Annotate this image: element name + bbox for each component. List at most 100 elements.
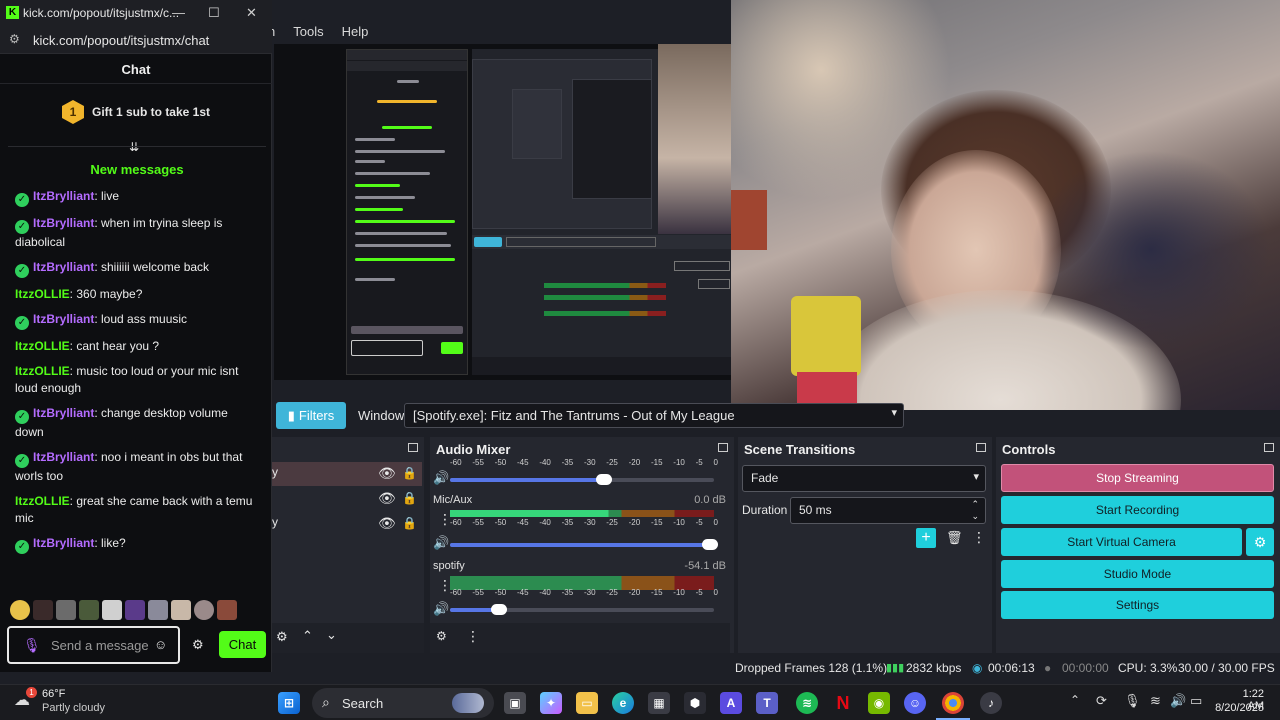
edge-icon[interactable]: e bbox=[612, 692, 634, 714]
obs-preview[interactable] bbox=[274, 44, 734, 380]
speaker-icon[interactable]: 🔊 bbox=[1170, 693, 1186, 709]
battery-icon[interactable]: ▭ bbox=[1190, 693, 1202, 709]
sync-icon[interactable]: ⟳ bbox=[1096, 693, 1107, 709]
volume-icon[interactable]: 🔊 bbox=[433, 601, 449, 617]
studio-mode-button[interactable]: Studio Mode bbox=[1001, 560, 1274, 588]
popout-icon[interactable] bbox=[976, 443, 986, 452]
window-source-select[interactable]: [Spotify.exe]: Fitz and The Tantrums - O… bbox=[404, 403, 904, 428]
popout-icon[interactable] bbox=[718, 443, 728, 452]
chat-username[interactable]: ItzBrylliant bbox=[33, 260, 94, 274]
microphone-icon[interactable]: 🎙 bbox=[23, 637, 41, 654]
popout-icon[interactable] bbox=[408, 443, 418, 452]
emote-icon[interactable] bbox=[125, 600, 145, 620]
advanced-audio-icon[interactable]: ⚙ bbox=[436, 629, 447, 643]
volume-knob[interactable] bbox=[702, 539, 718, 550]
discord-icon[interactable]: ☺ bbox=[904, 692, 926, 714]
eye-icon[interactable]: 👁 bbox=[378, 465, 396, 482]
obs-icon[interactable]: ⬢ bbox=[684, 692, 706, 714]
eye-icon[interactable]: 👁 bbox=[378, 515, 396, 532]
emoji-icon[interactable]: ☺ bbox=[154, 637, 167, 652]
transition-select[interactable]: Fade ▾ bbox=[742, 465, 986, 492]
chat-username[interactable]: ItzBrylliant bbox=[33, 216, 94, 230]
chat-username[interactable]: ItzzOLLIE bbox=[15, 364, 70, 378]
kebab-menu-icon[interactable]: ⋮ bbox=[972, 529, 986, 546]
emote-icon[interactable] bbox=[171, 600, 191, 620]
emote-icon[interactable] bbox=[79, 600, 99, 620]
chevron-up-icon[interactable]: ⌃ bbox=[1070, 693, 1080, 707]
chat-settings-gear-icon[interactable]: ⚙ bbox=[192, 637, 204, 653]
source-item[interactable]: y 👁 🔒 bbox=[272, 462, 422, 486]
kebab-menu-icon[interactable]: ⋮ bbox=[466, 628, 480, 645]
volume-knob[interactable] bbox=[490, 604, 507, 615]
volume-knob[interactable] bbox=[596, 474, 613, 485]
lock-icon[interactable]: 🔒 bbox=[402, 466, 417, 480]
chat-username[interactable]: ItzBrylliant bbox=[33, 406, 94, 420]
source-item[interactable]: 👁 🔒 bbox=[272, 487, 422, 511]
volume-slider-spotify[interactable] bbox=[450, 604, 714, 615]
maximize-icon[interactable]: ☐ bbox=[208, 5, 220, 21]
eye-icon[interactable]: 👁 bbox=[378, 490, 396, 507]
app-icon[interactable]: ♪ bbox=[980, 692, 1002, 714]
copilot-icon[interactable]: ✦ bbox=[540, 692, 562, 714]
chat-message-input[interactable]: 🎙 Send a message ☺ bbox=[7, 626, 180, 664]
lock-icon[interactable]: 🔒 bbox=[402, 516, 417, 530]
trash-icon[interactable]: 🗑 bbox=[946, 530, 963, 546]
netflix-icon[interactable]: N bbox=[832, 692, 854, 714]
minimize-icon[interactable]: — bbox=[172, 5, 185, 20]
weather-widget[interactable]: ☁ 1 bbox=[14, 687, 37, 712]
teams-icon[interactable]: T bbox=[756, 692, 778, 714]
emote-icon[interactable] bbox=[148, 600, 168, 620]
clock-date[interactable]: 8/20/2025 bbox=[1206, 702, 1264, 714]
chat-username[interactable]: ItzzOLLIE bbox=[15, 339, 70, 353]
start-virtual-camera-button[interactable]: Start Virtual Camera bbox=[1001, 528, 1242, 556]
chevron-up-icon[interactable]: ⌃ bbox=[302, 628, 313, 644]
microsoft-store-icon[interactable]: ▦ bbox=[648, 692, 670, 714]
chat-username[interactable]: ItzBrylliant bbox=[33, 450, 94, 464]
emote-icon[interactable] bbox=[10, 600, 30, 620]
spotify-icon[interactable]: ≋ bbox=[796, 692, 818, 714]
emote-icon[interactable] bbox=[56, 600, 76, 620]
spinner-arrows-icon[interactable]: ⌃ ⌄ bbox=[971, 498, 979, 522]
filters-button[interactable]: ▮ Filters bbox=[276, 402, 346, 429]
site-settings-icon[interactable]: ⚙ bbox=[9, 32, 20, 46]
affinity-icon[interactable]: A bbox=[720, 692, 742, 714]
chrome-icon[interactable] bbox=[942, 692, 964, 714]
close-icon[interactable]: ✕ bbox=[246, 5, 257, 21]
chat-username[interactable]: ItzBrylliant bbox=[33, 536, 94, 550]
gear-icon[interactable]: ⚙ bbox=[276, 629, 288, 645]
lock-icon[interactable]: 🔒 bbox=[402, 491, 417, 505]
emote-icon[interactable] bbox=[33, 600, 53, 620]
start-recording-button[interactable]: Start Recording bbox=[1001, 496, 1274, 524]
task-view-icon[interactable]: ▣ bbox=[504, 692, 526, 714]
duration-spinbox[interactable]: 50 ms ⌃ ⌄ bbox=[790, 497, 986, 524]
gift-sub-banner[interactable]: 1 Gift 1 sub to take 1st bbox=[0, 97, 272, 127]
emote-icon[interactable] bbox=[102, 600, 122, 620]
volume-icon[interactable]: 🔊 bbox=[433, 535, 449, 551]
emote-icon[interactable] bbox=[217, 600, 237, 620]
stop-streaming-button[interactable]: Stop Streaming bbox=[1001, 464, 1274, 492]
microphone-icon[interactable]: 🎙 bbox=[1124, 693, 1141, 709]
emote-icon[interactable] bbox=[194, 600, 214, 620]
menu-help[interactable]: Help bbox=[342, 24, 369, 39]
chat-send-button[interactable]: Chat bbox=[219, 631, 266, 658]
address-bar[interactable]: ⚙ kick.com/popout/itsjustmx/chat bbox=[0, 27, 272, 54]
add-transition-icon[interactable]: + bbox=[916, 528, 936, 548]
menu-tools[interactable]: Tools bbox=[293, 24, 323, 39]
chat-username[interactable]: ItzBrylliant bbox=[33, 189, 94, 203]
scroll-down-icon[interactable]: ⇊ bbox=[129, 140, 139, 154]
chevron-down-icon[interactable]: ⌄ bbox=[326, 627, 337, 643]
wifi-icon[interactable]: ≋ bbox=[1150, 693, 1161, 709]
settings-button[interactable]: Settings bbox=[1001, 591, 1274, 619]
popout-icon[interactable] bbox=[1264, 443, 1274, 452]
windows-start-icon[interactable]: ⊞ bbox=[278, 692, 300, 714]
nvidia-icon[interactable]: ◉ bbox=[868, 692, 890, 714]
volume-icon[interactable]: 🔊 bbox=[433, 470, 449, 486]
file-explorer-icon[interactable]: ▭ bbox=[576, 692, 598, 714]
volume-slider-desktop[interactable] bbox=[450, 474, 714, 485]
chat-username[interactable]: ItzzOLLIE bbox=[15, 287, 70, 301]
source-item[interactable]: y 👁 🔒 bbox=[272, 512, 422, 536]
chat-username[interactable]: ItzzOLLIE bbox=[15, 494, 70, 508]
taskbar-search[interactable]: ⌕ Search bbox=[312, 688, 494, 718]
gear-icon[interactable]: ⚙ bbox=[1246, 528, 1274, 556]
volume-slider-mic[interactable] bbox=[450, 539, 718, 550]
